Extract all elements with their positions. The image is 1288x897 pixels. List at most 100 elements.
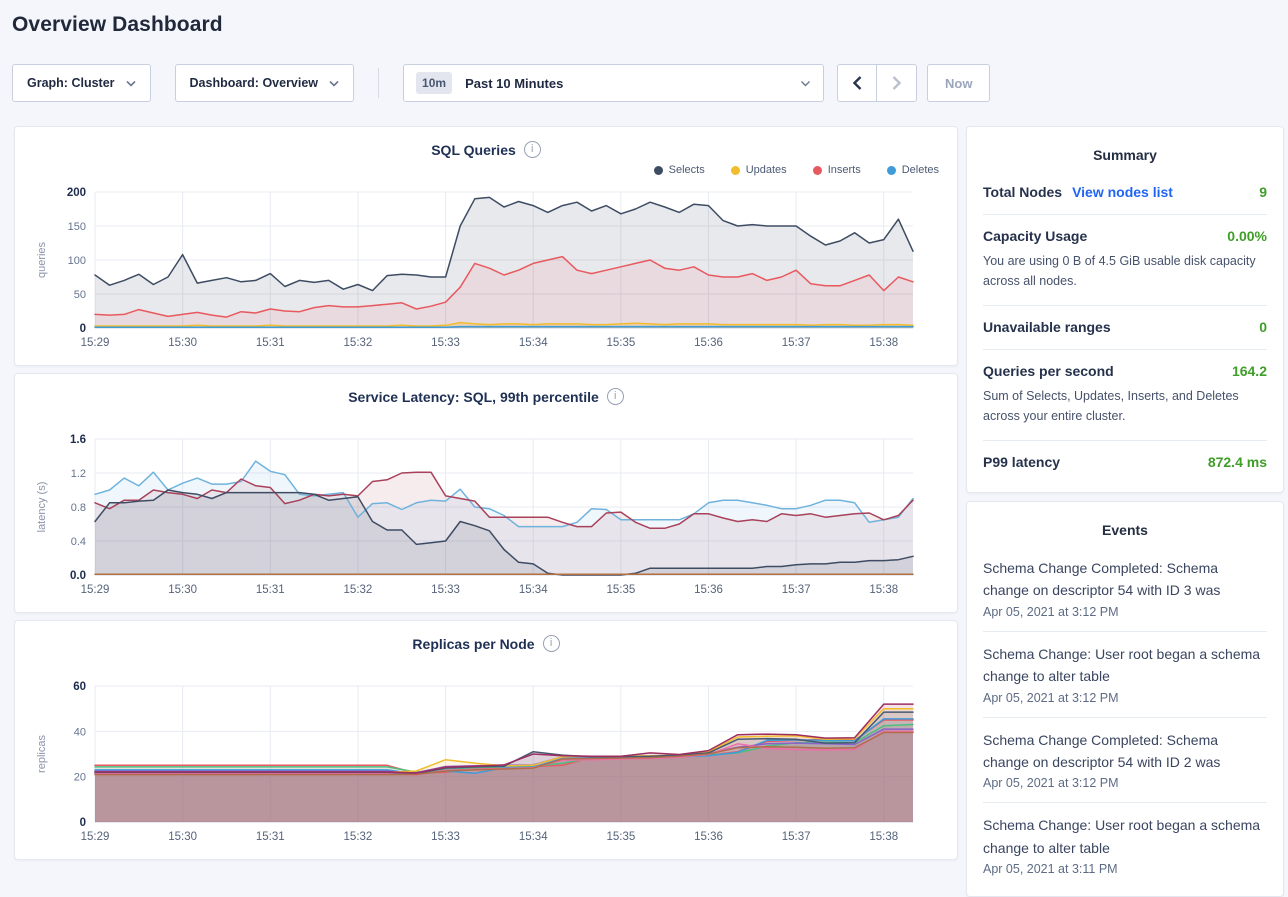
- event-item[interactable]: Schema Change Completed: Schema change o…: [983, 546, 1267, 632]
- chevron-left-icon: [853, 76, 862, 90]
- svg-text:15:37: 15:37: [782, 584, 811, 596]
- dashboard-content: SQL Queries i SelectsUpdatesInsertsDelet…: [14, 126, 1284, 897]
- svg-text:15:32: 15:32: [344, 337, 373, 349]
- legend-dot-icon: [654, 166, 663, 175]
- svg-text:0.4: 0.4: [71, 536, 86, 548]
- info-icon[interactable]: i: [543, 635, 560, 652]
- event-item[interactable]: Schema Change Completed: Schema change o…: [983, 718, 1267, 804]
- chart-title: Service Latency: SQL, 99th percentile: [348, 389, 599, 405]
- svg-text:1.2: 1.2: [71, 468, 86, 480]
- summary-title: Summary: [983, 147, 1267, 163]
- sidebar: Summary Total Nodes View nodes list 9 Ca…: [966, 126, 1284, 897]
- summary-row-total-nodes: Total Nodes View nodes list 9: [983, 171, 1267, 215]
- svg-text:15:35: 15:35: [606, 584, 635, 596]
- svg-text:0.8: 0.8: [71, 502, 86, 514]
- summary-row-qps: Queries per second 164.2 Sum of Selects,…: [983, 350, 1267, 441]
- service-latency-chart-card: Service Latency: SQL, 99th percentile i …: [14, 373, 958, 613]
- legend-label: Updates: [746, 164, 787, 176]
- svg-text:0: 0: [80, 817, 86, 829]
- legend-item[interactable]: Selects: [654, 164, 705, 176]
- time-range-selector[interactable]: 10m Past 10 Minutes: [403, 64, 824, 102]
- chevron-down-icon: [126, 80, 136, 87]
- info-icon[interactable]: i: [524, 141, 541, 158]
- chart-title: Replicas per Node: [412, 636, 534, 652]
- chart-legend: Selects Updates Inserts Deletes: [31, 158, 941, 182]
- svg-text:15:32: 15:32: [344, 584, 373, 596]
- graph-dropdown[interactable]: Graph: Cluster: [12, 64, 151, 102]
- svg-text:15:30: 15:30: [168, 337, 197, 349]
- time-range-label: Past 10 Minutes: [465, 76, 563, 91]
- now-button[interactable]: Now: [927, 64, 990, 102]
- summary-row-unavailable-ranges: Unavailable ranges 0: [983, 306, 1267, 350]
- chevron-right-icon: [892, 76, 901, 90]
- dashboard-dropdown-label: Dashboard: Overview: [190, 76, 319, 90]
- svg-text:15:36: 15:36: [694, 584, 723, 596]
- events-panel: Events Schema Change Completed: Schema c…: [966, 501, 1284, 897]
- svg-text:queries: queries: [36, 241, 48, 278]
- capacity-usage-label: Capacity Usage: [983, 228, 1087, 244]
- svg-text:15:33: 15:33: [431, 831, 460, 843]
- chart-title-row: Replicas per Node i: [31, 635, 941, 652]
- unavailable-ranges-value: 0: [1259, 319, 1267, 335]
- overview-dashboard-page: Overview Dashboard Graph: Cluster Dashbo…: [0, 13, 1288, 897]
- charts-column: SQL Queries i SelectsUpdatesInsertsDelet…: [14, 126, 958, 860]
- svg-text:200: 200: [67, 187, 86, 199]
- qps-label: Queries per second: [983, 363, 1114, 379]
- legend-spacer: [31, 405, 941, 429]
- view-nodes-list-link[interactable]: View nodes list: [1072, 184, 1173, 200]
- event-item[interactable]: Schema Change: User root began a schema …: [983, 632, 1267, 718]
- svg-text:15:36: 15:36: [694, 831, 723, 843]
- legend-item[interactable]: Updates: [731, 164, 787, 176]
- svg-text:15:29: 15:29: [81, 337, 110, 349]
- summary-row-p99-latency: P99 latency 872.4 ms: [983, 441, 1267, 484]
- chevron-down-icon: [800, 80, 811, 87]
- legend-dot-icon: [731, 166, 740, 175]
- svg-text:15:30: 15:30: [168, 831, 197, 843]
- svg-text:15:32: 15:32: [344, 831, 373, 843]
- svg-text:60: 60: [73, 681, 86, 693]
- svg-text:15:30: 15:30: [168, 584, 197, 596]
- summary-row-capacity: Capacity Usage 0.00% You are using 0 B o…: [983, 215, 1267, 306]
- chart-title-row: Service Latency: SQL, 99th percentile i: [31, 388, 941, 405]
- event-timestamp: Apr 05, 2021 at 3:12 PM: [983, 691, 1267, 705]
- svg-text:latency (s): latency (s): [36, 482, 48, 533]
- svg-text:15:29: 15:29: [81, 831, 110, 843]
- time-next-button[interactable]: [877, 64, 917, 102]
- sql-queries-chart[interactable]: 05010015020015:2915:3015:3115:3215:3315:…: [31, 182, 943, 360]
- service-latency-chart[interactable]: 0.00.40.81.21.615:2915:3015:3115:3215:33…: [31, 429, 943, 607]
- svg-text:15:37: 15:37: [782, 831, 811, 843]
- event-item[interactable]: Schema Change: User root began a schema …: [983, 803, 1267, 888]
- event-timestamp: Apr 05, 2021 at 3:11 PM: [983, 862, 1267, 876]
- dashboard-dropdown[interactable]: Dashboard: Overview: [175, 64, 355, 102]
- legend-item[interactable]: Inserts: [813, 164, 861, 176]
- svg-text:15:38: 15:38: [869, 337, 898, 349]
- p99-latency-value: 872.4 ms: [1208, 454, 1267, 470]
- svg-text:40: 40: [74, 726, 86, 738]
- legend-dot-icon: [887, 166, 896, 175]
- event-timestamp: Apr 05, 2021 at 3:12 PM: [983, 776, 1267, 790]
- svg-text:150: 150: [68, 221, 86, 233]
- time-prev-button[interactable]: [837, 64, 877, 102]
- svg-text:15:29: 15:29: [81, 584, 110, 596]
- toolbar: Graph: Cluster Dashboard: Overview 10m P…: [12, 64, 1276, 102]
- p99-latency-label: P99 latency: [983, 454, 1060, 470]
- svg-text:1.6: 1.6: [70, 434, 86, 446]
- svg-text:15:38: 15:38: [869, 831, 898, 843]
- svg-text:0: 0: [80, 323, 86, 335]
- unavailable-ranges-label: Unavailable ranges: [983, 319, 1111, 335]
- svg-text:100: 100: [68, 255, 86, 267]
- qps-value: 164.2: [1232, 363, 1267, 379]
- legend-label: Deletes: [902, 164, 939, 176]
- svg-text:15:35: 15:35: [606, 337, 635, 349]
- svg-text:50: 50: [74, 289, 86, 301]
- svg-text:15:34: 15:34: [519, 831, 548, 843]
- svg-text:15:37: 15:37: [782, 337, 811, 349]
- replicas-per-node-chart[interactable]: 020406015:2915:3015:3115:3215:3315:3415:…: [31, 676, 943, 854]
- legend-label: Inserts: [828, 164, 861, 176]
- sql-queries-chart-card: SQL Queries i SelectsUpdatesInsertsDelet…: [14, 126, 958, 366]
- legend-item[interactable]: Deletes: [887, 164, 939, 176]
- replicas-per-node-chart-card: Replicas per Node i 020406015:2915:3015:…: [14, 620, 958, 860]
- events-title: Events: [983, 522, 1267, 538]
- svg-text:15:35: 15:35: [606, 831, 635, 843]
- info-icon[interactable]: i: [607, 388, 624, 405]
